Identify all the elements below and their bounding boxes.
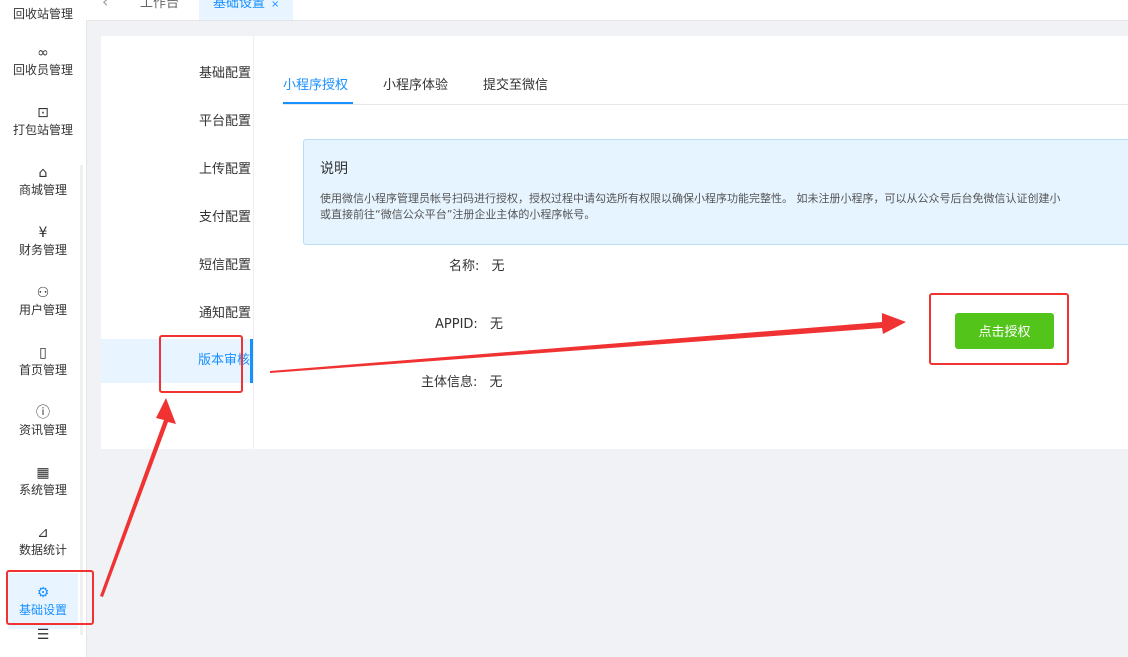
notice-box: 说明 使用微信小程序管理员帐号扫码进行授权，授权过程中请勾选所有权限以确保小程序… [303,139,1128,245]
name-row: 名称: 无 [449,255,505,274]
settings-panel: 基础配置 平台配置 上传配置 支付配置 短信配置 通知配置 版本审核 小程序授权… [101,36,1128,449]
sidebar-scrollbar[interactable] [80,165,83,635]
users-icon: ⚇ [36,285,50,301]
infinity-icon: ∞ [37,45,49,61]
annotation-box-version-review [159,335,243,393]
nav-label: 打包站管理 [12,123,73,137]
settings-menu-basic[interactable]: 基础配置 [101,52,251,96]
nav-item-home[interactable]: ▯ 首页管理 [8,333,78,389]
collapse-menu-icon: ☰ [36,627,50,643]
grid-icon: ▦ [36,465,50,481]
notice-line: 或直接前往“微信公众平台”注册企业主体的小程序帐号。 [320,208,596,221]
shopping-bag-icon: ⌂ [38,165,48,181]
name-label: 名称: [449,259,480,274]
settings-menu-notification[interactable]: 通知配置 [101,292,251,336]
tab-miniprogram-authorize[interactable]: 小程序授权 [283,74,348,104]
nav-item-mall[interactable]: ⌂ 商城管理 [8,153,78,209]
nav-label: 数据统计 [18,543,67,557]
settings-menu-payment[interactable]: 支付配置 [101,196,251,240]
collapse-menu-button[interactable]: ☰ [8,627,78,657]
settings-menu-label: 上传配置 [198,162,251,177]
appid-row: APPID: 无 [435,313,503,332]
nav-item-finance[interactable]: ¥ 财务管理 [8,213,78,269]
tab-miniprogram-experience[interactable]: 小程序体验 [383,74,448,104]
mobile-icon: ▯ [39,345,47,361]
nav-label: 财务管理 [18,243,67,257]
nav-item-users[interactable]: ⚇ 用户管理 [8,273,78,329]
tab-submit-to-wechat[interactable]: 提交至微信 [483,74,548,104]
close-icon[interactable]: × [271,0,279,10]
nav-item-news[interactable]: ⓘ 资讯管理 [8,393,78,449]
chart-icon: ⊿ [37,525,49,541]
nav-label: 回收员管理 [12,63,73,77]
settings-menu-sms[interactable]: 短信配置 [101,244,251,288]
notice-title: 说明 [320,161,348,177]
left-navigation: 回收站管理 ∞ 回收员管理 ⊡ 打包站管理 ⌂ 商城管理 ¥ 财务管理 ⚇ 用户… [0,0,87,657]
nav-label: 资讯管理 [18,423,67,437]
settings-menu-label: 基础配置 [198,66,251,81]
tab-basic-settings[interactable]: 基础设置 × [199,0,294,20]
entity-label: 主体信息: [421,375,478,390]
package-icon: ⊡ [37,105,49,121]
yuan-icon: ¥ [38,225,48,241]
active-tab-underline [283,102,353,104]
notice-body: 使用微信小程序管理员帐号扫码进行授权，授权过程中请勾选所有权限以确保小程序功能完… [320,191,1128,223]
nav-item-collectors[interactable]: ∞ 回收员管理 [8,33,78,89]
settings-menu-label: 支付配置 [198,210,251,225]
inner-tabs: 小程序授权 小程序体验 提交至微信 [283,74,1128,105]
info-icon: ⓘ [36,405,50,421]
annotation-box-sidebar [6,570,94,625]
tab-label: 工作台 [140,0,180,11]
tab-workbench[interactable]: 工作台 [126,0,193,20]
notice-line: 使用微信小程序管理员帐号扫码进行授权，授权过程中请勾选所有权限以确保小程序功能完… [320,192,1061,205]
name-value: 无 [491,259,505,274]
appid-value: 无 [489,317,503,332]
settings-menu-platform[interactable]: 平台配置 [101,100,251,144]
settings-menu-label: 短信配置 [198,258,251,273]
appid-label: APPID: [435,317,478,332]
nav-label: 用户管理 [18,303,67,317]
entity-row: 主体信息: 无 [421,371,503,390]
version-review-content: 小程序授权 小程序体验 提交至微信 说明 使用微信小程序管理员帐号扫码进行授权，… [253,36,1128,449]
annotation-box-authorize [929,293,1069,365]
back-icon[interactable]: ‹ [102,0,108,11]
settings-menu-label: 平台配置 [198,114,251,129]
entity-value: 无 [489,375,503,390]
nav-item-system[interactable]: ▦ 系统管理 [8,453,78,509]
nav-item-statistics[interactable]: ⊿ 数据统计 [8,513,78,569]
page-tabbar: ‹ 工作台 基础设置 × [86,0,1128,21]
nav-label: 系统管理 [18,483,67,497]
nav-label: 回收站管理 [12,7,73,21]
settings-menu-upload[interactable]: 上传配置 [101,148,251,192]
nav-label: 首页管理 [18,363,67,377]
nav-label: 商城管理 [18,183,67,197]
nav-item-packing-station[interactable]: ⊡ 打包站管理 [8,93,78,149]
settings-menu-label: 通知配置 [198,306,251,321]
tab-label: 基础设置 [213,0,266,11]
